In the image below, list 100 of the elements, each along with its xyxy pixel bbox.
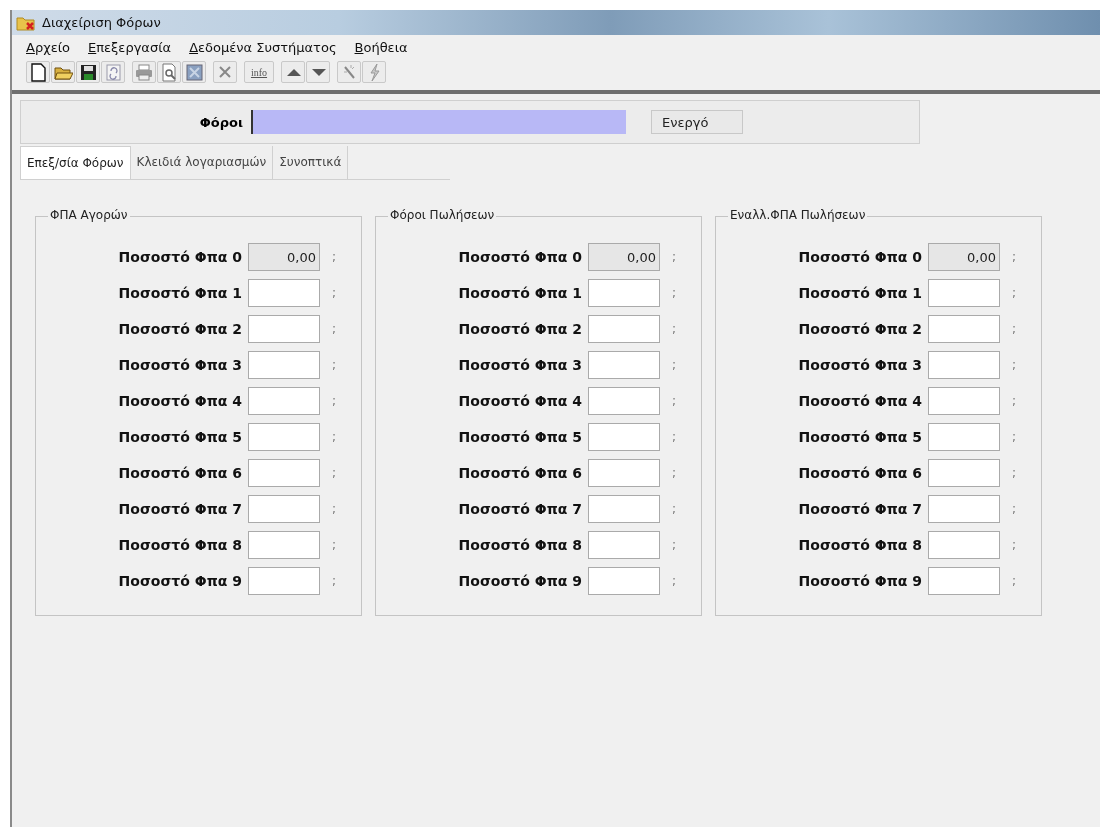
rate-field[interactable] <box>928 495 1000 523</box>
rate-field[interactable] <box>928 567 1000 595</box>
separator-mark: ; <box>332 358 337 372</box>
info-button[interactable]: info <box>244 61 274 83</box>
rate-field[interactable] <box>248 423 320 451</box>
separator-mark: ; <box>672 250 677 264</box>
group-title: Φόροι Πωλήσεων <box>388 208 497 222</box>
field-label: Ποσοστό Φπα 4 <box>117 393 243 409</box>
field-label: Ποσοστό Φπα 6 <box>117 465 243 481</box>
rate-field[interactable] <box>588 531 660 559</box>
field-label: Ποσοστό Φπα 3 <box>457 357 583 373</box>
separator-mark: ; <box>332 430 337 444</box>
rate-field[interactable] <box>588 279 660 307</box>
rate-field[interactable] <box>588 315 660 343</box>
field-label: Ποσοστό Φπα 8 <box>457 537 583 553</box>
separator-mark: ; <box>1012 322 1017 336</box>
separator-mark: ; <box>672 430 677 444</box>
separator-mark: ; <box>1012 466 1017 480</box>
rate-field[interactable] <box>928 279 1000 307</box>
separator-mark: ; <box>332 466 337 480</box>
rate-field[interactable] <box>588 387 660 415</box>
rate-field[interactable] <box>248 531 320 559</box>
toolbar-button[interactable] <box>281 61 305 83</box>
separator-mark: ; <box>332 394 337 408</box>
field-label: Ποσοστό Φπα 6 <box>457 465 583 481</box>
rate-field[interactable] <box>248 387 320 415</box>
rate-field[interactable] <box>928 351 1000 379</box>
field-label: Ποσοστό Φπα 6 <box>797 465 923 481</box>
magnifier-page-icon <box>159 62 179 82</box>
tab[interactable]: Επεξ/σία Φόρων <box>20 146 131 179</box>
separator-mark: ; <box>672 502 677 516</box>
separator-mark: ; <box>1012 250 1017 264</box>
rate-field[interactable] <box>248 315 320 343</box>
separator-mark: ; <box>332 574 337 588</box>
field-label: Ποσοστό Φπα 2 <box>117 321 243 337</box>
rate-field[interactable] <box>588 495 660 523</box>
rate-field[interactable] <box>588 423 660 451</box>
separator-mark: ; <box>332 322 337 336</box>
field-label: Ποσοστό Φπα 7 <box>797 501 923 517</box>
menu-item[interactable]: Επεξεργασία <box>88 40 172 55</box>
rate-field[interactable] <box>248 567 320 595</box>
rate-field[interactable] <box>588 351 660 379</box>
cross-image-icon <box>184 62 204 82</box>
separator-mark: ; <box>672 394 677 408</box>
rate-field[interactable] <box>248 351 320 379</box>
field-label: Ποσοστό Φπα 9 <box>797 573 923 589</box>
rate-field[interactable] <box>928 531 1000 559</box>
field-label: Ποσοστό Φπα 7 <box>117 501 243 517</box>
field-label: Ποσοστό Φπα 0 <box>457 249 583 265</box>
separator-mark: ; <box>672 538 677 552</box>
field-label: Ποσοστό Φπα 5 <box>797 429 923 445</box>
rate-field[interactable] <box>928 315 1000 343</box>
toolbar-button[interactable] <box>306 61 330 83</box>
rate-field[interactable] <box>248 459 320 487</box>
field-label: Ποσοστό Φπα 2 <box>457 321 583 337</box>
menu-item[interactable]: Αρχείο <box>26 40 71 55</box>
field-label: Ποσοστό Φπα 3 <box>117 357 243 373</box>
separator-mark: ; <box>1012 286 1017 300</box>
field-label: Ποσοστό Φπα 2 <box>797 321 923 337</box>
toolbar-button[interactable] <box>26 61 50 83</box>
field-label: Ποσοστό Φπα 4 <box>797 393 923 409</box>
separator-mark: ; <box>332 286 337 300</box>
active-button[interactable]: Ενεργό <box>651 110 743 134</box>
printer-icon <box>134 62 154 82</box>
field-label: Ποσοστό Φπα 8 <box>117 537 243 553</box>
toolbar-button[interactable] <box>76 61 100 83</box>
rate-field[interactable] <box>588 567 660 595</box>
rate-field[interactable] <box>928 423 1000 451</box>
separator-mark: ; <box>672 466 677 480</box>
rate-field[interactable] <box>248 279 320 307</box>
group-title: ΦΠΑ Αγορών <box>48 208 130 222</box>
separator-mark: ; <box>672 286 677 300</box>
rate-field[interactable] <box>248 495 320 523</box>
folder-icon <box>16 14 36 31</box>
separator-mark: ; <box>672 574 677 588</box>
refresh-icon <box>103 62 123 82</box>
taxes-field[interactable] <box>251 110 626 134</box>
field-label: Ποσοστό Φπα 7 <box>457 501 583 517</box>
separator-mark: ; <box>332 502 337 516</box>
separator-mark: ; <box>672 358 677 372</box>
rate-field[interactable] <box>588 459 660 487</box>
separator-mark: ; <box>1012 502 1017 516</box>
field-label: Ποσοστό Φπα 0 <box>117 249 243 265</box>
field-label: Ποσοστό Φπα 1 <box>117 285 243 301</box>
group-title: Εναλλ.ΦΠΑ Πωλήσεων <box>728 208 868 222</box>
rate-field[interactable] <box>928 387 1000 415</box>
field-label: Ποσοστό Φπα 0 <box>797 249 923 265</box>
field-label: Ποσοστό Φπα 9 <box>457 573 583 589</box>
menu-item[interactable]: Βοήθεια <box>354 40 408 55</box>
field-label: Ποσοστό Φπα 3 <box>797 357 923 373</box>
field-label: Φόροι <box>198 114 244 130</box>
menu-item[interactable]: Δεδομένα Συστήματος <box>189 40 337 55</box>
field-label: Ποσοστό Φπα 1 <box>797 285 923 301</box>
separator-mark: ; <box>1012 358 1017 372</box>
rate-field[interactable] <box>928 459 1000 487</box>
field-label: Ποσοστό Φπα 8 <box>797 537 923 553</box>
field-label: Ποσοστό Φπα 4 <box>457 393 583 409</box>
separator-mark: ; <box>1012 394 1017 408</box>
separator-mark: ; <box>332 250 337 264</box>
field-label: Ποσοστό Φπα 1 <box>457 285 583 301</box>
